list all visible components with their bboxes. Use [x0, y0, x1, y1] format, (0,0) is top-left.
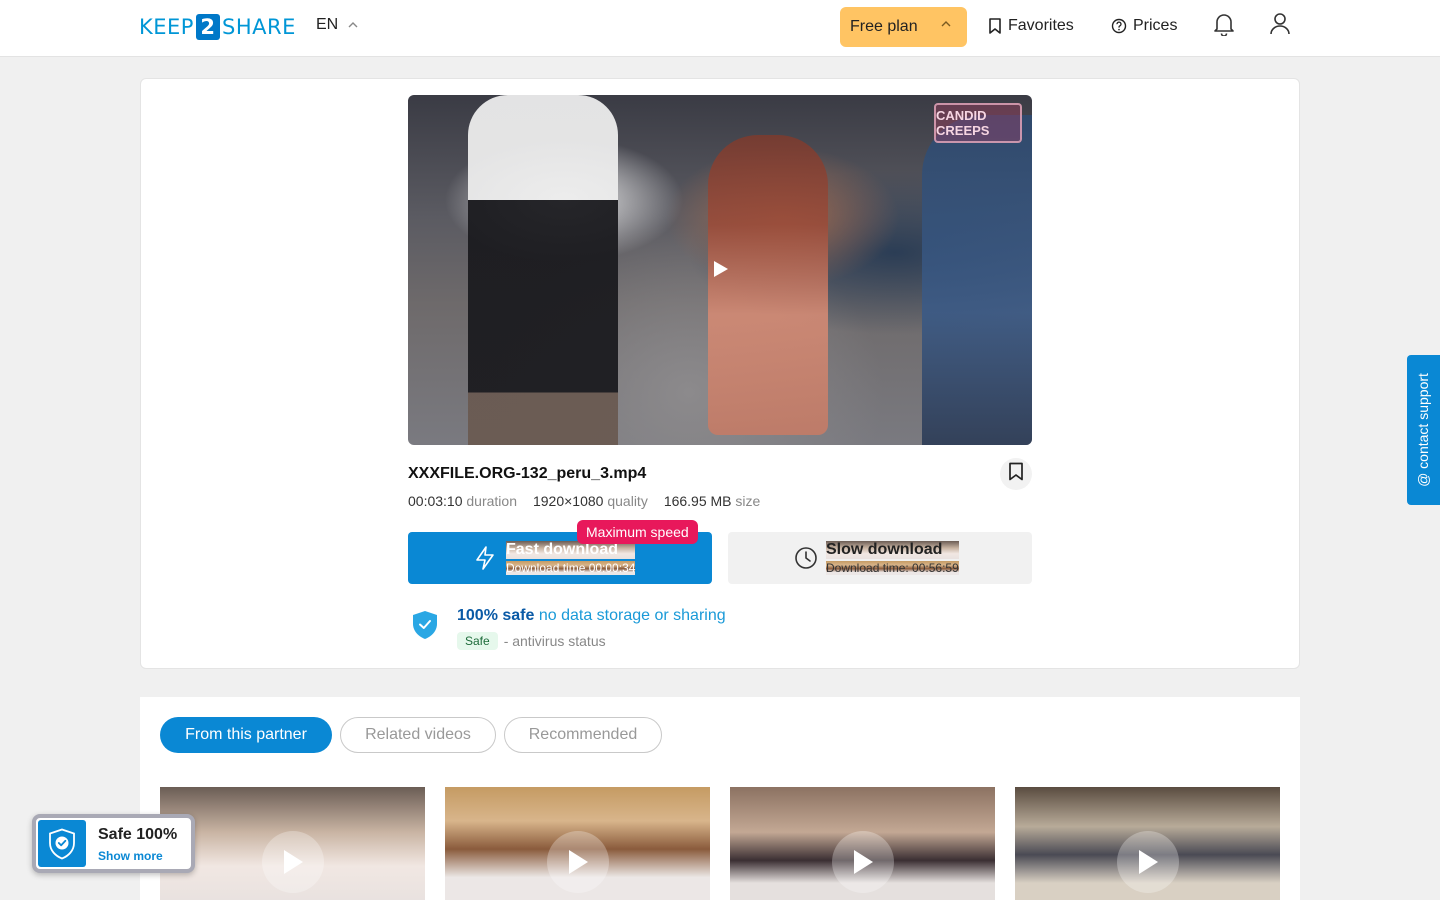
- prices-label: Prices: [1133, 17, 1178, 34]
- video-frame-shape: [922, 115, 1032, 445]
- keep2share-logo[interactable]: KEEP 2 SHARE: [139, 14, 296, 40]
- safe-status-badge: Safe: [457, 632, 498, 650]
- contact-support-label: @ contact support: [1415, 373, 1431, 487]
- maximum-speed-badge: Maximum speed: [577, 520, 698, 544]
- safety-bold: 100% safe: [457, 607, 535, 624]
- chevron-up-icon: [348, 20, 358, 31]
- fast-download-time: Download time 00:00:34: [506, 561, 636, 575]
- favorites-label: Favorites: [1008, 17, 1074, 34]
- plan-label: Free plan: [850, 18, 918, 35]
- shield-check-icon: [38, 820, 86, 867]
- prices-link[interactable]: Prices: [1111, 17, 1177, 35]
- tab-recommended[interactable]: Recommended: [504, 717, 662, 753]
- play-icon: [832, 831, 894, 893]
- duration-info: 00:03:10 duration: [408, 493, 517, 509]
- shield-check-icon: [412, 610, 438, 645]
- file-meta: 00:03:10 duration 1920×1080 quality 166.…: [408, 493, 760, 509]
- safety-text: no data storage or sharing: [538, 607, 726, 624]
- antivirus-label: - antivirus status: [503, 633, 606, 649]
- clock-icon: [794, 546, 818, 575]
- language-label: EN: [316, 16, 339, 33]
- language-selector[interactable]: EN: [316, 16, 358, 34]
- contact-support-button[interactable]: @ contact support: [1407, 355, 1440, 505]
- favorites-link[interactable]: Favorites: [988, 17, 1074, 35]
- bookmark-icon: [1008, 462, 1024, 486]
- show-more-link[interactable]: Show more: [98, 849, 163, 863]
- tab-from-this-partner[interactable]: From this partner: [160, 717, 332, 753]
- slow-download-button[interactable]: Slow download Download time: 00:56:59: [728, 532, 1032, 584]
- free-plan-button[interactable]: Free plan: [840, 7, 967, 47]
- user-icon: [1269, 12, 1291, 41]
- play-icon: [1117, 831, 1179, 893]
- help-circle-icon: [1111, 18, 1127, 34]
- add-to-favorites-button[interactable]: [1000, 458, 1032, 490]
- bookmark-icon: [988, 18, 1002, 34]
- notifications-button[interactable]: [1212, 12, 1236, 41]
- bell-icon: [1213, 12, 1235, 41]
- tab-related-videos[interactable]: Related videos: [340, 717, 496, 753]
- slow-download-title: Slow download: [826, 541, 959, 559]
- safe-widget-title: Safe 100%: [98, 826, 178, 843]
- size-info: 166.95 MB size: [663, 493, 761, 509]
- video-watermark: CANDID CREEPS: [934, 103, 1022, 143]
- video-thumbnail[interactable]: [1015, 787, 1280, 900]
- video-frame-shape: [468, 95, 618, 445]
- video-preview[interactable]: CANDID CREEPS: [408, 95, 1032, 445]
- logo-text-left: KEEP: [139, 15, 194, 39]
- play-icon: [547, 831, 609, 893]
- logo-number: 2: [195, 14, 220, 40]
- top-header: KEEP 2 SHARE EN Free plan Favorites Pric…: [0, 0, 1440, 57]
- at-icon: @: [1415, 472, 1431, 487]
- safe-widget[interactable]: Safe 100% Show more: [32, 814, 195, 873]
- video-thumbnail[interactable]: [445, 787, 710, 900]
- video-thumbnail[interactable]: [160, 787, 425, 900]
- slow-download-time: Download time: 00:56:59: [826, 561, 959, 575]
- file-name: XXXFILE.ORG-132_peru_3.mp4: [408, 465, 647, 482]
- video-frame-shape: [708, 135, 828, 435]
- antivirus-status: Safe - antivirus status: [457, 632, 606, 650]
- account-button[interactable]: [1268, 12, 1292, 41]
- logo-text-right: SHARE: [221, 15, 296, 39]
- video-thumbnail[interactable]: [730, 787, 995, 900]
- quality-info: 1920×1080 quality: [532, 493, 648, 509]
- lightning-icon: [474, 546, 496, 575]
- safety-statement: 100% safe no data storage or sharing: [457, 607, 726, 625]
- chevron-up-icon: [941, 19, 951, 30]
- play-icon: [262, 831, 324, 893]
- play-icon[interactable]: [713, 260, 729, 283]
